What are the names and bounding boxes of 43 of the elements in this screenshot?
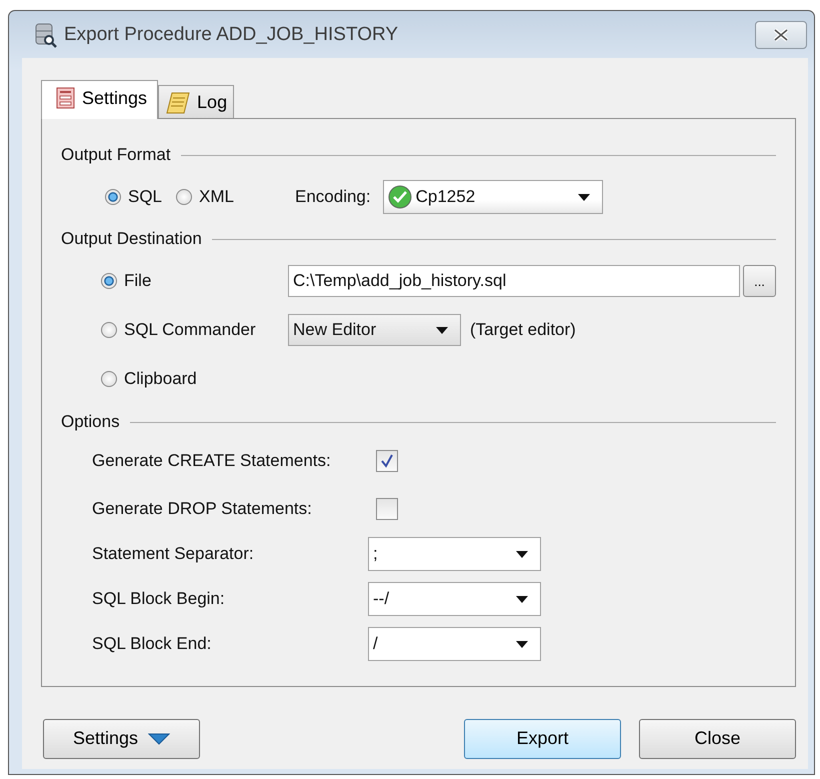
tab[interactable]: Log — [158, 85, 234, 119]
checkmark-icon — [388, 185, 412, 209]
radio-option[interactable]: Clipboard — [101, 369, 288, 389]
section-heading: Output Destination — [61, 229, 202, 249]
tab[interactable]: Settings — [41, 80, 158, 119]
close-icon — [771, 28, 791, 42]
option-label: Statement Separator: — [92, 544, 255, 564]
database-search-icon — [34, 22, 58, 48]
option-label: SQL Block End: — [92, 634, 212, 654]
option-dropdown[interactable]: / — [368, 627, 541, 661]
radio-option[interactable]: SQL Commander — [101, 320, 288, 340]
form-icon — [56, 87, 76, 109]
option-label: Generate DROP Statements: — [92, 499, 313, 519]
file-path-field[interactable]: C:\Temp\add_job_history.sql — [288, 265, 740, 297]
option-dropdown[interactable]: --/ — [368, 582, 541, 616]
checkbox[interactable] — [376, 450, 398, 472]
window-title: Export Procedure ADD_JOB_HISTORY — [64, 24, 400, 46]
radio-option[interactable]: File — [101, 271, 288, 291]
dialog-button[interactable]: Close — [639, 718, 796, 758]
menu-button[interactable]: Settings — [43, 718, 200, 758]
field-label: Encoding: — [295, 187, 371, 207]
close-button[interactable] — [755, 20, 807, 48]
section-heading: Options — [61, 412, 120, 432]
caret-icon — [516, 550, 528, 558]
option-label: Generate CREATE Statements: — [92, 451, 332, 471]
checkbox[interactable] — [376, 498, 398, 520]
dropdown-triangle-icon — [148, 732, 170, 744]
section-heading: Output Format — [61, 145, 171, 165]
radio-option[interactable]: XML — [176, 187, 234, 207]
option-dropdown[interactable]: ; — [368, 537, 541, 571]
notepad-icon — [165, 90, 192, 114]
encoding-dropdown[interactable]: Cp1252 — [382, 180, 603, 214]
radio-option[interactable]: SQL — [105, 187, 162, 207]
option-label: SQL Block Begin: — [92, 589, 226, 609]
browse-button[interactable]: ... — [743, 265, 776, 297]
caret-icon — [516, 640, 528, 648]
dialog-button[interactable]: Export — [464, 718, 621, 758]
checkmark-icon — [380, 453, 394, 469]
caret-icon — [578, 194, 590, 200]
caret-icon — [436, 326, 448, 334]
editor-dropdown[interactable]: New Editor — [288, 314, 461, 346]
caret-icon — [516, 596, 528, 602]
hint-text: (Target editor) — [470, 320, 576, 340]
